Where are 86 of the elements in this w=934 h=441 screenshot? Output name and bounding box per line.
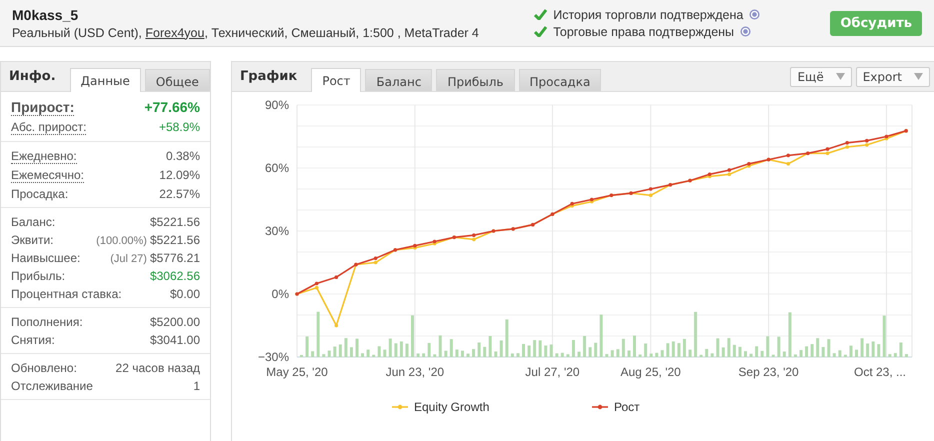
dropdown-button[interactable]: Ещё	[790, 66, 852, 86]
tab[interactable]: Просадка	[518, 69, 602, 91]
point	[472, 233, 476, 237]
stat-label: Наивысшее:	[11, 251, 82, 265]
legend-label[interactable]: Рост	[614, 400, 640, 414]
x-tick-label: May 25, '20	[266, 365, 328, 379]
panel-title: График	[240, 69, 298, 84]
stat-label: Процентная ставка:	[11, 287, 123, 301]
stat-value: $0.00	[170, 287, 200, 301]
stat-label: Абс. прирост:	[11, 120, 86, 135]
stat-value: $5221.56	[150, 233, 200, 247]
stat-value: 1	[193, 379, 200, 393]
stat-label: Ежемесячно:	[11, 168, 84, 183]
stat-note: (Jul 27)	[110, 253, 147, 265]
point	[334, 324, 338, 328]
stat-value: $5776.21	[150, 251, 200, 265]
help-icon[interactable]	[749, 9, 760, 20]
stat-label: Просадка:	[11, 187, 70, 201]
verification-label: История торговли подтверждена	[553, 8, 744, 22]
point	[786, 162, 790, 166]
point	[845, 145, 849, 149]
legend-label[interactable]: Equity Growth	[414, 400, 490, 414]
panel-title: Инфо.	[9, 69, 56, 84]
legend-marker	[392, 404, 408, 410]
stat-label: Ежедневно:	[11, 149, 77, 164]
account-title: M0kass_5	[12, 6, 80, 22]
stat-label: Снятия:	[11, 333, 56, 347]
y-tick-label: 60%	[264, 161, 289, 175]
point	[374, 260, 378, 264]
stat-value: 22 часов назад	[116, 361, 200, 375]
point	[865, 138, 869, 142]
stat-label: Пополнения:	[11, 315, 84, 329]
help-icon[interactable]	[740, 26, 752, 37]
stat-label: Эквити:	[11, 233, 54, 247]
stat-value: 22.57%	[159, 187, 200, 201]
stat-label: Баланс:	[11, 215, 56, 229]
account-details: Реальный (USD Cent), Forex4you, Технический, Смешаный, 1:500 , MetaTrader 4	[12, 26, 480, 40]
tab[interactable]: Баланс	[365, 69, 432, 91]
point	[472, 238, 476, 242]
point	[314, 286, 318, 290]
x-tick-label: Jun 23, '20	[386, 365, 444, 379]
point	[786, 154, 790, 158]
x-tick-label: Aug 25, '20	[620, 365, 681, 379]
point	[845, 141, 849, 145]
point	[727, 172, 732, 176]
stat-value: $5221.56	[150, 215, 200, 229]
stat-value: $3062.56	[150, 269, 200, 283]
y-tick-label: 30%	[264, 224, 289, 238]
broker-link[interactable]: Forex4you	[145, 26, 204, 40]
stat-value: +77.66%	[144, 99, 200, 115]
legend-marker	[592, 404, 608, 410]
point	[826, 147, 830, 151]
point	[314, 282, 318, 286]
y-tick-label: 0%	[272, 287, 289, 301]
dropdown-button[interactable]: Export	[856, 66, 930, 86]
point	[727, 168, 732, 172]
x-tick-label: Jul 27, '20	[525, 365, 580, 379]
caret-icon	[914, 73, 923, 80]
stat-value: 12.09%	[159, 168, 200, 182]
point	[648, 194, 652, 198]
stat-label: Отслеживание	[11, 379, 94, 393]
point	[826, 152, 830, 156]
stat-note: (100.00%)	[96, 235, 147, 247]
stat-label: Обновлено:	[11, 361, 78, 375]
tab[interactable]: Прибыль	[436, 69, 514, 91]
point	[648, 187, 652, 191]
caret-icon	[836, 73, 845, 80]
stat-value: $5200.00	[150, 315, 200, 329]
tab[interactable]: Данные	[70, 68, 141, 92]
point	[334, 275, 338, 279]
stat-value: +58.9%	[158, 120, 200, 134]
point	[570, 202, 574, 206]
tab[interactable]: Общее	[144, 69, 210, 91]
point	[413, 244, 417, 248]
verification-label: Торговые права подтверждены	[553, 24, 734, 38]
point	[374, 256, 378, 260]
x-tick-label: Oct 23, ...	[854, 365, 906, 379]
stat-value: 0.38%	[166, 149, 200, 163]
point	[865, 143, 869, 147]
stat-value: $3041.00	[150, 333, 200, 347]
stat-label: Прибыль:	[11, 269, 66, 283]
tab[interactable]: Рост	[311, 68, 362, 92]
y-tick-label: −30%	[258, 350, 289, 364]
y-tick-label: 90%	[264, 98, 289, 112]
stat-label: Прирост:	[11, 99, 74, 116]
x-tick-label: Sep 23, '20	[738, 365, 799, 379]
